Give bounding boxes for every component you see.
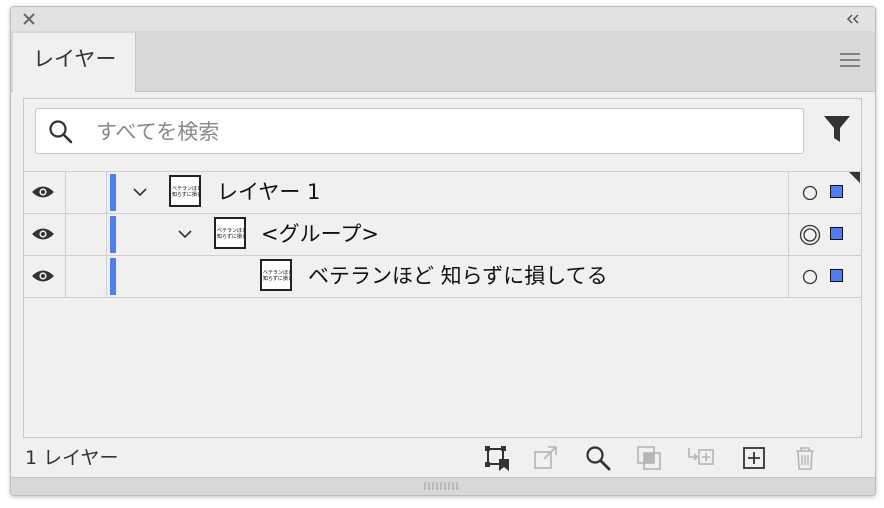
column-divider <box>788 214 789 255</box>
layer-count: 1 レイヤー <box>25 447 119 469</box>
layers-content: ベテランほど 知らずに損してるレイヤー 1 ベテランほど 知らずに損してる<グル… <box>23 98 862 438</box>
layer-color-bar <box>110 216 116 253</box>
selection-indicator[interactable] <box>830 227 843 240</box>
grip-icon <box>424 482 458 490</box>
tab-layers[interactable]: レイヤー <box>13 33 136 92</box>
column-divider <box>65 172 66 213</box>
target-icon[interactable] <box>799 182 821 204</box>
trash-icon[interactable] <box>791 444 819 472</box>
chevron-down-icon[interactable] <box>177 227 193 241</box>
layer-name[interactable]: レイヤー 1 <box>217 178 320 206</box>
column-divider <box>788 172 789 213</box>
target-icon[interactable] <box>799 224 821 246</box>
layer-color-bar <box>110 174 116 211</box>
column-divider <box>106 214 107 255</box>
layer-row[interactable]: ベテランほど 知らずに損してるベテランほど 知らずに損してる <box>24 256 861 298</box>
eye-icon[interactable] <box>31 184 55 200</box>
panel-menu-icon[interactable] <box>839 52 861 68</box>
selection-corner-marker <box>849 172 860 183</box>
column-divider <box>65 256 66 297</box>
resize-grip[interactable] <box>11 477 875 495</box>
locate-object-icon[interactable] <box>584 444 612 472</box>
filter-icon[interactable] <box>823 114 851 146</box>
selection-indicator[interactable] <box>830 185 843 198</box>
layer-row[interactable]: ベテランほど 知らずに損してるレイヤー 1 <box>24 171 861 214</box>
column-divider <box>65 214 66 255</box>
layer-row[interactable]: ベテランほど 知らずに損してる <グループ> <box>24 214 861 256</box>
export-icon[interactable] <box>532 444 560 472</box>
layer-name[interactable]: ベテランほど 知らずに損してる <box>308 262 608 290</box>
new-layer-icon[interactable] <box>740 444 768 472</box>
collect-for-export-icon[interactable] <box>483 444 511 472</box>
layers-panel: レイヤー ベテランほど 知らずに損してるレイヤー 1 ベテランほど 知らずに損し… <box>10 6 876 496</box>
chevron-down-icon[interactable] <box>132 185 148 199</box>
column-divider <box>788 256 789 297</box>
column-divider <box>106 172 107 213</box>
layer-list: ベテランほど 知らずに損してるレイヤー 1 ベテランほど 知らずに損してる<グル… <box>24 171 861 298</box>
layer-color-bar <box>110 258 116 295</box>
layer-thumbnail: ベテランほど 知らずに損してる <box>214 217 246 249</box>
panel-tabbar: レイヤー <box>11 31 875 92</box>
close-icon[interactable] <box>21 11 37 27</box>
layer-thumbnail: ベテランほど 知らずに損してる <box>260 259 292 291</box>
panel-titlebar[interactable] <box>11 7 875 31</box>
selection-indicator[interactable] <box>830 269 843 282</box>
search-box <box>35 108 804 155</box>
new-sublayer-icon[interactable] <box>686 444 714 472</box>
eye-icon[interactable] <box>31 226 55 242</box>
column-divider <box>106 256 107 297</box>
layer-name[interactable]: <グループ> <box>261 220 379 248</box>
target-icon[interactable] <box>799 266 821 288</box>
collapse-panel-icon[interactable] <box>843 11 863 27</box>
eye-icon[interactable] <box>31 268 55 284</box>
clipping-mask-icon[interactable] <box>635 444 663 472</box>
layer-thumbnail: ベテランほど 知らずに損してる <box>169 175 201 207</box>
search-input[interactable] <box>94 109 788 155</box>
search-icon <box>49 120 73 144</box>
